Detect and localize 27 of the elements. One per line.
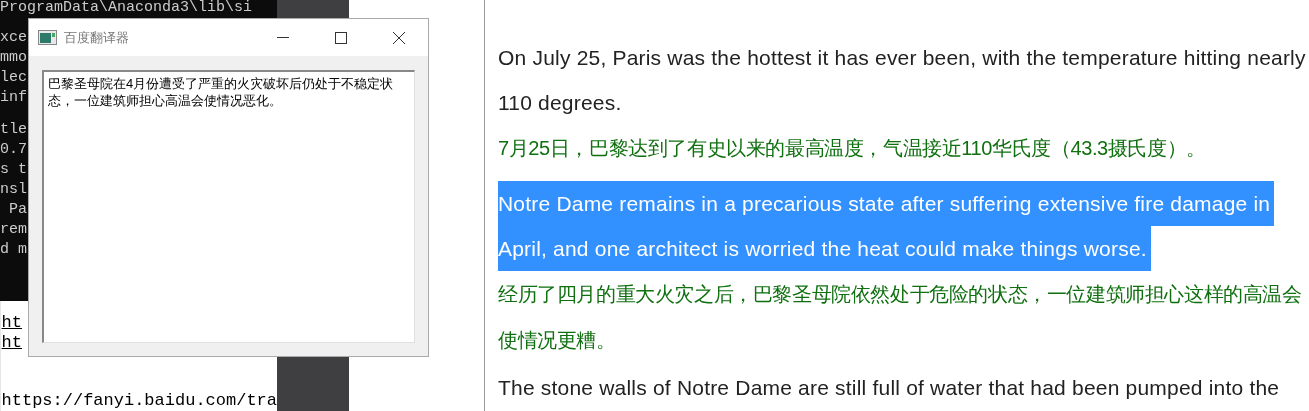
console-line: s t — [0, 160, 27, 180]
article-line: The stone walls of Notre Dame are still full of water that had been pumped into the — [498, 375, 1280, 402]
app-icon — [38, 30, 57, 45]
console-line: mmo — [0, 48, 27, 68]
translation-line: 经历了四月的重大火灾之后，巴黎圣母院依然处于危险的状态，一位建筑师担心这样的高温会 — [498, 282, 1302, 307]
translation-line: 使情况更糟。 — [498, 328, 616, 353]
translation-line: 7月25日，巴黎达到了有史以来的最高温度，气温接近110华氏度（43.3摄氏度）。 — [498, 136, 1206, 161]
console-line: Pa — [8, 200, 27, 220]
output-link[interactable]: ht — [1, 333, 22, 353]
console-line: 0.7 — [0, 140, 27, 160]
console-line: ProgramData\Anaconda3\lib\si — [0, 0, 253, 16]
output-url: https://fanyi.baidu.com/tra — [1, 391, 277, 411]
article-line: On July 25, Paris was the hottest it has ever been, with the temperature hitting nearly — [498, 44, 1306, 71]
console-line: d m — [0, 240, 27, 260]
output-link[interactable]: ht — [1, 313, 22, 333]
close-icon — [393, 31, 405, 44]
console-line: rem — [0, 220, 27, 240]
console-line: xce — [0, 28, 27, 48]
window-title: 百度翻译器 — [64, 28, 129, 47]
console-line: tle — [0, 120, 27, 140]
console-line: inf — [0, 88, 27, 108]
console-line: lec — [0, 68, 27, 88]
minimize-icon — [277, 37, 289, 38]
maximize-icon — [335, 31, 347, 44]
article-line: 110 degrees. — [498, 89, 622, 116]
text-area[interactable]: 巴黎圣母院在4月份遭受了严重的火灾破坏后仍处于不稳定状态，一位建筑师担心高温会使情况恶化。 — [42, 70, 415, 343]
console-line: nsl — [0, 180, 27, 200]
